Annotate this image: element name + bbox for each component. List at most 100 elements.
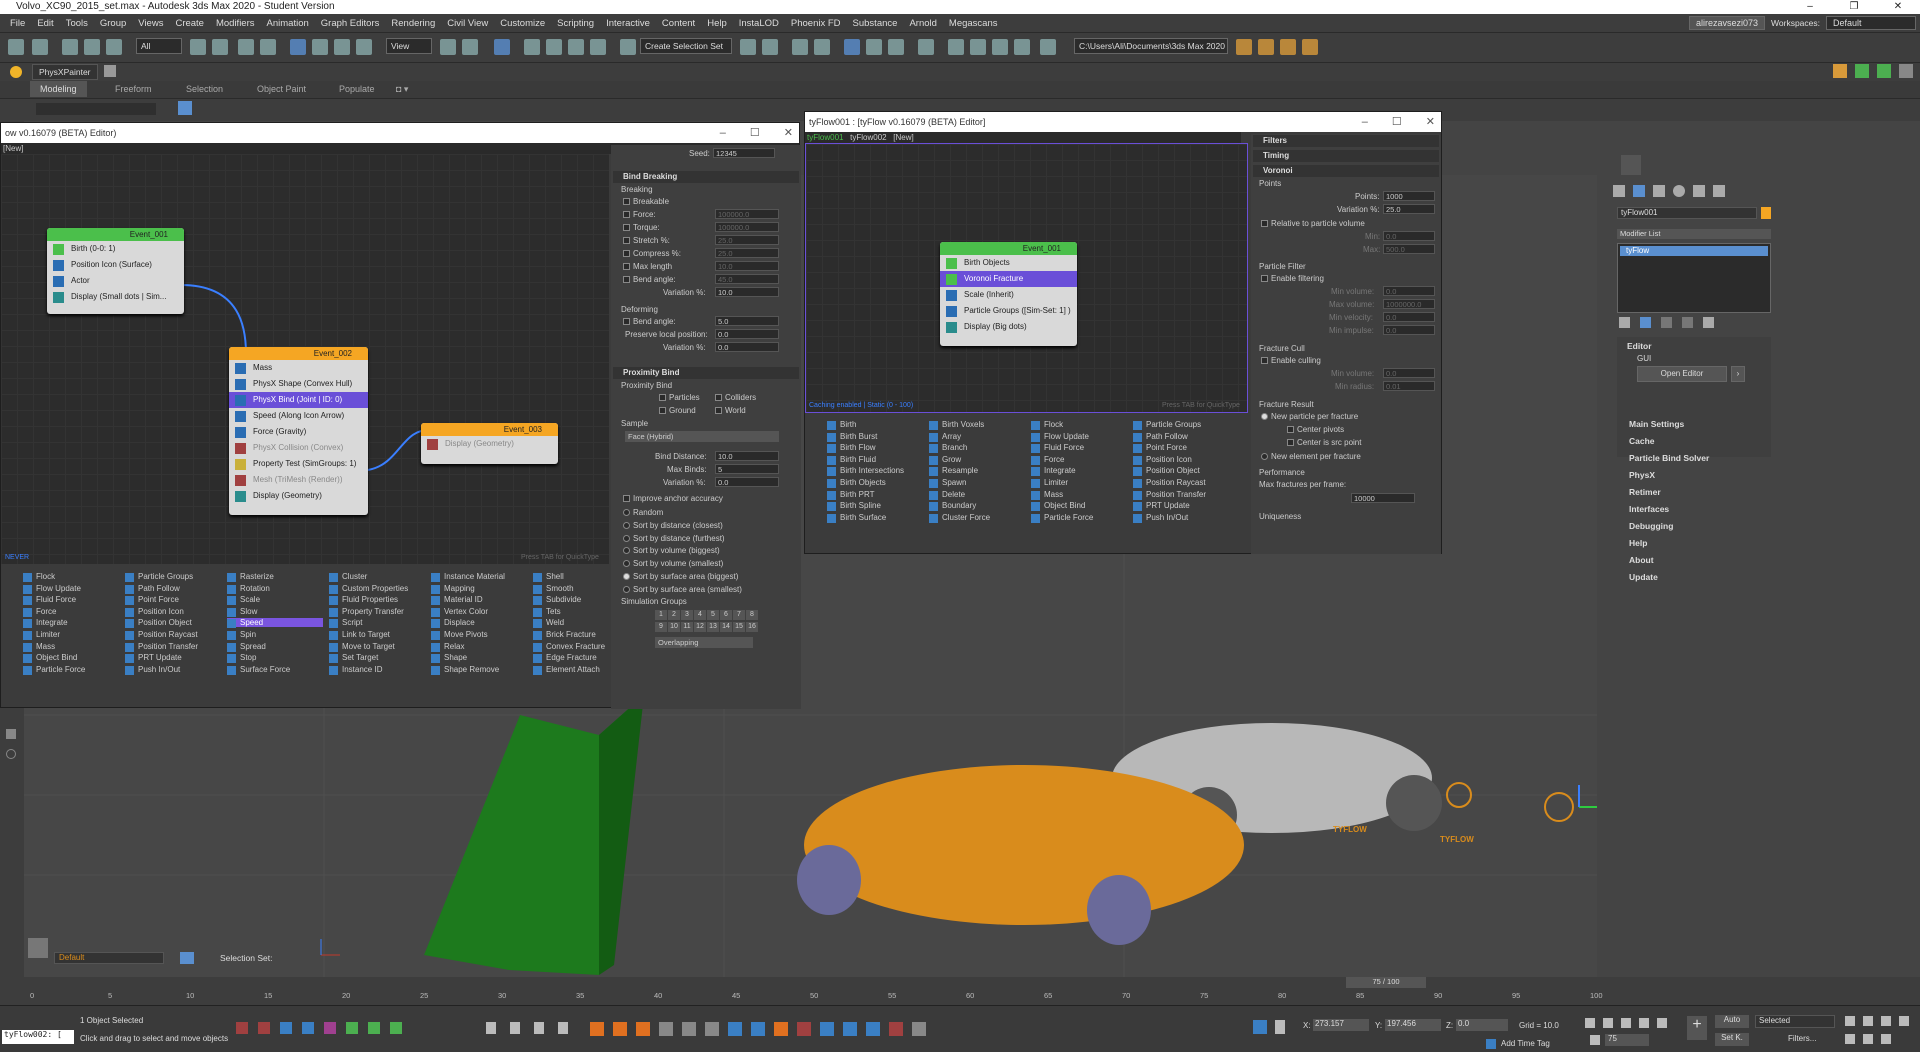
- op-speed[interactable]: Speed (Along Icon Arrow): [229, 408, 368, 424]
- phoenix-tool8-icon[interactable]: [889, 1022, 903, 1036]
- render-icon[interactable]: [992, 39, 1008, 55]
- play-anim-icon[interactable]: [1621, 1018, 1631, 1028]
- palette-op-move-to-target[interactable]: Move to Target: [329, 642, 425, 652]
- palette-op-position-raycast[interactable]: Position Raycast: [125, 630, 221, 640]
- palette-op-position-icon[interactable]: Position Icon: [125, 607, 221, 617]
- ribbon-toggle-icon[interactable]: [844, 39, 860, 55]
- editor-rollout-title[interactable]: Editor: [1627, 341, 1652, 351]
- unlink-icon[interactable]: [84, 39, 100, 55]
- palette-op-stop[interactable]: Stop: [227, 653, 323, 664]
- reference-coord-dropdown[interactable]: View: [386, 38, 432, 54]
- key-filter-dropdown[interactable]: Selected: [1755, 1015, 1835, 1028]
- set-key-button[interactable]: +: [1687, 1016, 1707, 1040]
- rendered-frame-icon[interactable]: [970, 39, 986, 55]
- editor1-close[interactable]: ✕: [784, 123, 793, 143]
- orbit-icon[interactable]: [1863, 1034, 1873, 1044]
- newpart-radio[interactable]: [1261, 413, 1268, 420]
- op-scale[interactable]: Scale (Inherit): [940, 287, 1077, 303]
- status-tool3-icon[interactable]: [280, 1022, 292, 1034]
- palette-op-particle-groups[interactable]: Particle Groups: [1133, 420, 1229, 430]
- timeline-ruler[interactable]: 0 5 10 15 20 25 30 35 40 45 50 55 60 65 70 75 80 85 90 95 10…: [30, 990, 1603, 1005]
- close-button[interactable]: ✕: [1876, 0, 1920, 14]
- keyboard-shortcut-icon[interactable]: [462, 39, 478, 55]
- op-display-big-dots[interactable]: Display (Big dots): [940, 319, 1077, 335]
- section-about[interactable]: About: [1629, 555, 1654, 565]
- extra-tool4-icon[interactable]: [1899, 64, 1913, 78]
- sim-group-11[interactable]: 11: [681, 622, 693, 632]
- menu-customize[interactable]: Customize: [494, 18, 551, 29]
- palette-op-delete[interactable]: Delete: [929, 490, 1025, 500]
- physx-painter-tab[interactable]: PhysXPainter: [32, 64, 98, 80]
- section-main-settings[interactable]: Main Settings: [1629, 419, 1684, 429]
- palette-op-birth-fluid[interactable]: Birth Fluid: [827, 455, 923, 465]
- def-var-spinner[interactable]: 0.0: [715, 342, 779, 352]
- section-particle-bind-solver[interactable]: Particle Bind Solver: [1629, 453, 1709, 463]
- palette-op-flock[interactable]: Flock: [1031, 420, 1127, 430]
- phoenix-tool3-icon[interactable]: [705, 1022, 719, 1036]
- sim-group-10[interactable]: 10: [668, 622, 680, 632]
- time-tag-icon[interactable]: [1486, 1039, 1496, 1049]
- set-project-icon[interactable]: [1280, 39, 1296, 55]
- section-cache[interactable]: Cache: [1629, 436, 1655, 446]
- palette-op-spawn[interactable]: Spawn: [929, 478, 1025, 488]
- palette-op-fluid-force[interactable]: Fluid Force: [1031, 443, 1127, 454]
- zoom-icon[interactable]: [1845, 1016, 1855, 1026]
- palette-op-shape[interactable]: Shape: [431, 653, 527, 664]
- stretch-checkbox[interactable]: [623, 237, 630, 244]
- hierarchy-tab-icon[interactable]: [1653, 185, 1665, 197]
- viewport-settings-icon[interactable]: [6, 749, 16, 759]
- palette-op-surface-force[interactable]: Surface Force: [227, 665, 323, 675]
- section-physx[interactable]: PhysX: [1629, 470, 1655, 480]
- palette-op-force[interactable]: Force: [23, 607, 119, 617]
- select-scale-icon[interactable]: [334, 39, 350, 55]
- palette-op-slow[interactable]: Slow: [227, 607, 323, 617]
- maxvol-spinner[interactable]: 1000000.0: [1383, 299, 1435, 309]
- editor1-maximize[interactable]: ☐: [750, 123, 760, 143]
- palette-op-instance-material[interactable]: Instance Material: [431, 572, 527, 582]
- event-001-node[interactable]: Event_001 Birth (0-0: 1) Position Icon (…: [47, 228, 184, 314]
- palette-op-push-in-out[interactable]: Push In/Out: [1133, 513, 1229, 523]
- op-physx-bind[interactable]: PhysX Bind (Joint | ID: 0): [229, 392, 368, 408]
- key-filters-button[interactable]: Filters...: [1788, 1034, 1816, 1043]
- pan-icon[interactable]: [1845, 1034, 1855, 1044]
- phoenix-fire-icon[interactable]: [590, 1022, 604, 1036]
- palette-op-vertex-color[interactable]: Vertex Color: [431, 607, 527, 617]
- section-update[interactable]: Update: [1629, 572, 1658, 582]
- spinner-snap-icon[interactable]: [590, 39, 606, 55]
- extra-tool2-icon[interactable]: [1855, 64, 1869, 78]
- bind-spacewarp-icon[interactable]: [106, 39, 122, 55]
- phoenix-fire3-icon[interactable]: [636, 1022, 650, 1036]
- min-spinner[interactable]: 0.0: [1383, 231, 1435, 241]
- section-interfaces[interactable]: Interfaces: [1629, 504, 1669, 514]
- object-color-swatch[interactable]: [1761, 207, 1771, 219]
- make-unique-icon[interactable]: [1661, 317, 1672, 328]
- palette-op-link-to-target[interactable]: Link to Target: [329, 630, 425, 640]
- palette-op-path-follow[interactable]: Path Follow: [125, 584, 221, 594]
- op-force[interactable]: Force (Gravity): [229, 424, 368, 440]
- phoenix-tool-icon[interactable]: [659, 1022, 673, 1036]
- palette-op-branch[interactable]: Branch: [929, 443, 1025, 454]
- stop-icon[interactable]: [534, 1022, 544, 1034]
- palette-op-position-object[interactable]: Position Object: [125, 618, 221, 629]
- menu-rendering[interactable]: Rendering: [385, 18, 441, 29]
- status-tool8-icon[interactable]: [390, 1022, 402, 1034]
- maxfrac-spinner[interactable]: 10000: [1351, 493, 1415, 503]
- menu-interactive[interactable]: Interactive: [600, 18, 656, 29]
- undo-icon[interactable]: [8, 39, 24, 55]
- sim-group-4[interactable]: 4: [694, 610, 706, 620]
- palette-op-path-follow[interactable]: Path Follow: [1133, 432, 1229, 442]
- palette-op-material-id[interactable]: Material ID: [431, 595, 527, 606]
- project-path-dropdown[interactable]: C:\Users\Ali\Documents\3ds Max 2020: [1074, 38, 1228, 54]
- extra-tool3-icon[interactable]: [1877, 64, 1891, 78]
- sim-group-12[interactable]: 12: [694, 622, 706, 632]
- palette-op-mass[interactable]: Mass: [1031, 490, 1127, 500]
- tyflow-icon-2[interactable]: [1544, 792, 1574, 822]
- op-birth[interactable]: Birth (0-0: 1): [47, 241, 184, 257]
- menu-arnold[interactable]: Arnold: [903, 18, 942, 29]
- editor1-tab-new[interactable]: [New]: [3, 144, 23, 153]
- menu-substance[interactable]: Substance: [847, 18, 904, 29]
- palette-op-point-force[interactable]: Point Force: [125, 595, 221, 606]
- auto-key-button[interactable]: Auto: [1715, 1015, 1749, 1028]
- palette-op-instance-id[interactable]: Instance ID: [329, 665, 425, 675]
- edit-named-selection-icon[interactable]: [620, 39, 636, 55]
